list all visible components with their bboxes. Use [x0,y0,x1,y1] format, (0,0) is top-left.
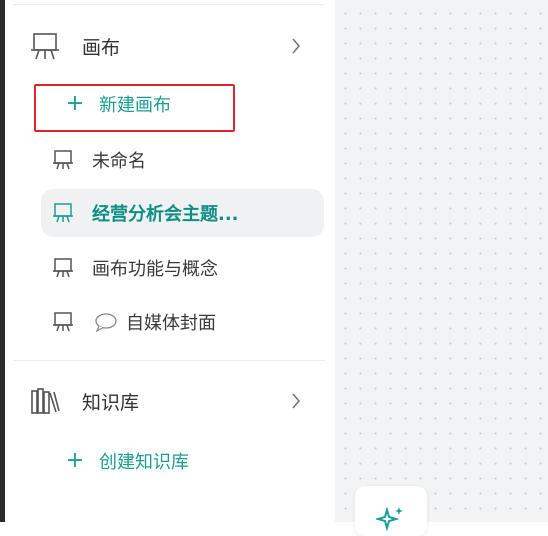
canvas-workspace[interactable] [335,0,548,522]
create-knowledge-label: 创建知识库 [99,452,189,473]
chat-bubble-icon [95,313,117,332]
easel-icon [53,150,73,170]
canvas-item[interactable]: 画布功能与概念 [52,252,218,284]
canvas-item[interactable]: 未命名 [52,144,146,176]
canvas-item-label: 自媒体封面 [126,313,216,334]
canvas-item-active[interactable]: 经营分析会主题... [52,197,239,229]
canvas-item-label: 经营分析会主题... [92,204,239,225]
easel-icon [53,258,73,278]
knowledge-section-title: 知识库 [82,391,140,414]
canvas-item[interactable]: 自媒体封面 [52,306,216,338]
canvas-item-label: 画布功能与概念 [92,259,218,280]
easel-icon [31,33,59,60]
divider [13,4,325,5]
knowledge-section-header[interactable]: 知识库 [30,381,310,421]
chevron-right-icon[interactable] [290,37,302,55]
easel-icon [53,312,73,332]
divider [13,360,325,361]
create-knowledge-button[interactable]: + 创建知识库 [65,445,189,477]
chevron-right-icon[interactable] [290,392,302,410]
ai-assistant-button[interactable] [355,486,427,536]
canvas-section-header[interactable]: 画布 [30,26,310,66]
canvas-item-label: 未命名 [92,151,146,172]
easel-icon [53,203,73,223]
books-icon [31,388,60,414]
sparkle-icon [376,506,403,532]
plus-icon: + [65,448,85,473]
canvas-section-title: 画布 [82,36,121,59]
highlight-box [34,84,235,132]
